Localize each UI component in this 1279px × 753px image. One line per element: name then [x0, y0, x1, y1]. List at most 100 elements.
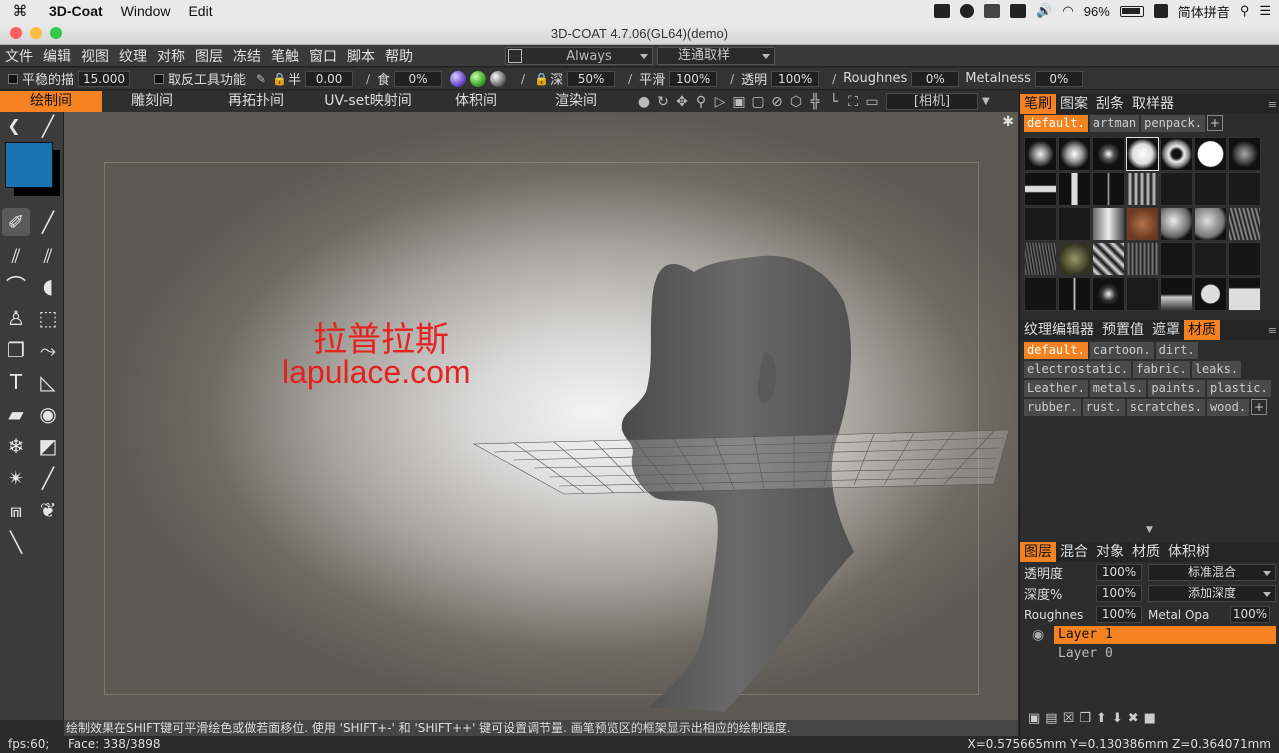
brush-thumbnail[interactable]: [1228, 172, 1261, 206]
fill-tool-icon[interactable]: ◖: [34, 272, 62, 300]
material-sphere-icon[interactable]: [450, 70, 467, 87]
app-status-icon[interactable]: [1010, 4, 1027, 18]
lasso-tool-icon[interactable]: ⬚: [34, 304, 62, 332]
tab-strips[interactable]: 刮条: [1092, 94, 1128, 114]
connectivity-sample-dropdown[interactable]: 连通取样: [657, 47, 775, 65]
brush-thumbnail[interactable]: [1024, 242, 1057, 276]
brush-thumbnail[interactable]: [1058, 242, 1091, 276]
material-electrostatic[interactable]: electrostatic.: [1024, 361, 1132, 378]
brush-thumbnail[interactable]: [1194, 242, 1227, 276]
brush-thumbnail[interactable]: [1024, 207, 1057, 241]
material-default[interactable]: default.: [1024, 342, 1088, 359]
delete-layer-icon[interactable]: ☒: [1063, 711, 1075, 726]
stamp-tool-icon[interactable]: ♙: [2, 304, 30, 332]
battery-icon[interactable]: [1119, 5, 1144, 17]
drop-icon[interactable]: ●: [636, 94, 652, 110]
smooth-stroke-checkbox[interactable]: [8, 73, 18, 84]
room-voxel[interactable]: 体积间: [426, 91, 526, 112]
text-tool-icon[interactable]: T: [2, 368, 30, 396]
brush-thumbnail[interactable]: [1160, 207, 1193, 241]
pen-icon[interactable]: ▢: [750, 94, 766, 110]
brush-thumbnail[interactable]: [1092, 242, 1125, 276]
brush-preset-penpack[interactable]: penpack.: [1141, 115, 1205, 132]
menu-freeze[interactable]: 冻结: [228, 46, 266, 66]
camera-dropdown[interactable]: [相机]: [886, 93, 978, 110]
window-menu[interactable]: Window: [112, 3, 180, 19]
room-render[interactable]: 渲染间: [526, 91, 626, 112]
brush-thumbnail[interactable]: [1024, 172, 1057, 206]
smooth-field[interactable]: 100%: [669, 70, 718, 87]
eat-field[interactable]: 0%: [394, 70, 443, 87]
forbid-icon[interactable]: ⊘: [769, 94, 785, 110]
metalness-field[interactable]: 0%: [1034, 70, 1083, 87]
brush-thumbnail[interactable]: [1092, 277, 1125, 311]
brush-thumbnail[interactable]: [1228, 207, 1261, 241]
room-retopo[interactable]: 再拓扑间: [202, 91, 310, 112]
brush-thumbnail[interactable]: [1126, 137, 1159, 171]
magic-wand-tool-icon[interactable]: ✴: [2, 464, 30, 492]
always-dropdown[interactable]: Always: [505, 47, 653, 65]
tab-voxel-tree[interactable]: 体积树: [1164, 542, 1214, 562]
tab-masks[interactable]: 遮罩: [1148, 320, 1184, 340]
material-rust[interactable]: rust.: [1082, 399, 1125, 416]
image-icon[interactable]: ▭: [864, 94, 880, 110]
gloss-sphere-icon[interactable]: [490, 70, 507, 87]
brush-thumbnail[interactable]: [1160, 172, 1193, 206]
layer-roughness-field[interactable]: 100%: [1096, 606, 1142, 623]
cloud-icon[interactable]: [984, 4, 1001, 18]
menu-stroke[interactable]: 笔触: [266, 46, 304, 66]
panel-menu-icon[interactable]: ≡: [1268, 324, 1277, 337]
tab-blend[interactable]: 混合: [1056, 542, 1092, 562]
menu-edit[interactable]: 编辑: [38, 46, 76, 66]
add-brush-pack-button[interactable]: +: [1206, 115, 1223, 131]
arrow-left-icon[interactable]: ❮: [0, 112, 28, 140]
knife-icon[interactable]: ∕: [361, 72, 375, 86]
move-icon[interactable]: ✥: [674, 94, 690, 110]
ruler-tool-icon[interactable]: ◺: [34, 368, 62, 396]
material-rubber[interactable]: rubber.: [1024, 399, 1081, 416]
brush-thumbnail[interactable]: [1058, 207, 1091, 241]
primary-color-swatch[interactable]: [5, 142, 53, 188]
path-tool-icon[interactable]: ⤳: [34, 336, 62, 364]
menu-scripts[interactable]: 脚本: [342, 46, 380, 66]
input-method-icon[interactable]: [1153, 4, 1168, 18]
layer-up-icon[interactable]: ⬆: [1096, 711, 1107, 726]
brush-thumbnail[interactable]: [1092, 207, 1125, 241]
bucket-tool-icon[interactable]: ◩: [34, 432, 62, 460]
input-method-label[interactable]: 简体拼音: [1178, 2, 1230, 21]
material-metals[interactable]: metals.: [1089, 380, 1147, 397]
airplay-icon[interactable]: [934, 4, 951, 18]
add-material-button[interactable]: +: [1251, 399, 1268, 415]
invert-tool-checkbox[interactable]: [154, 73, 165, 84]
add-depth-dropdown[interactable]: 添加深度: [1148, 585, 1276, 602]
brush-thumbnail[interactable]: [1194, 277, 1227, 311]
new-layer-icon[interactable]: ▣: [1028, 711, 1040, 726]
brush-thumbnail[interactable]: [1058, 172, 1091, 206]
qq-icon[interactable]: [960, 4, 975, 18]
select-icon[interactable]: ▷: [712, 94, 728, 110]
material-cartoon[interactable]: cartoon.: [1089, 342, 1154, 359]
3d-viewport[interactable]: 拉普拉斯 lapulace.com ✱: [64, 112, 1018, 720]
brush-thumbnail[interactable]: [1092, 172, 1125, 206]
tab-samplers[interactable]: 取样器: [1128, 94, 1178, 114]
material-wood[interactable]: wood.: [1206, 399, 1250, 416]
rotate-icon[interactable]: ↻: [655, 94, 671, 110]
brush-thumbnail[interactable]: [1058, 277, 1091, 311]
smooth-stroke-field[interactable]: 15.000: [78, 70, 131, 87]
material-scratches[interactable]: scratches.: [1126, 399, 1205, 416]
room-paint[interactable]: 绘制间: [0, 91, 102, 112]
airbrush-tool-icon[interactable]: ⫽: [2, 242, 30, 270]
depth-field[interactable]: 50%: [567, 70, 616, 87]
axis-icon[interactable]: └: [826, 94, 842, 110]
brush-thumbnail[interactable]: [1126, 277, 1159, 311]
opacity-brush-icon[interactable]: ∕: [725, 72, 739, 86]
layer-row-0[interactable]: Layer 0: [1054, 645, 1276, 663]
material-dirt[interactable]: dirt.: [1155, 342, 1198, 359]
smooth-brush-icon[interactable]: ∕: [623, 72, 637, 86]
freeze-tool-icon[interactable]: ❄: [2, 432, 30, 460]
layer-visibility-eye-icon[interactable]: ◉: [1032, 627, 1044, 643]
room-sculpt[interactable]: 雕刻间: [102, 91, 202, 112]
tab-materials[interactable]: 材质: [1184, 320, 1220, 340]
menu-windows[interactable]: 窗口: [304, 46, 342, 66]
brush-thumbnail[interactable]: [1194, 207, 1227, 241]
